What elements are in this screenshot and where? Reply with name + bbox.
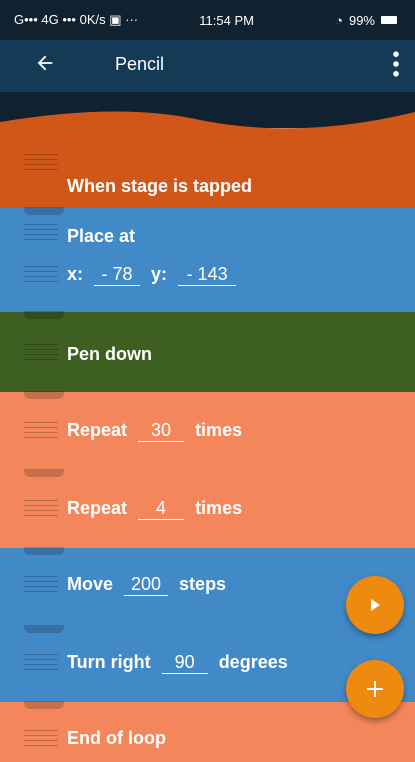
status-bar: G••• 4G ••• 0K/s ▣ ··· 11:54 PM ◔ 99% [0,0,415,40]
status-left: G••• 4G ••• 0K/s ▣ ··· [14,12,139,27]
x-label: x: [67,264,84,284]
pen-down-label: Pen down [67,344,152,364]
repeat-count-field[interactable]: 4 [138,498,185,520]
y-value-field[interactable]: - 143 [178,264,237,286]
battery-icon [381,16,397,24]
place-at-coords: x: - 78 y: - 143 [67,264,242,286]
end-of-loop-block[interactable]: End of loop [0,701,415,762]
status-right: ◔ 99% [335,13,397,28]
turn-label: Turn right [67,652,151,672]
steps-field[interactable]: 200 [124,574,169,596]
back-arrow-icon[interactable] [34,52,56,74]
repeat-label: Repeat [67,498,128,518]
drag-handle[interactable] [24,500,58,518]
place-at-block[interactable]: Place at x: - 78 y: - 143 [0,207,415,312]
repeat-30-block[interactable]: Repeat 30 times [0,391,415,470]
repeat-30-line: Repeat 30 times [67,420,242,442]
times-label: times [195,420,243,440]
when-stage-tapped-block[interactable]: When stage is tapped [0,92,415,208]
turn-line: Turn right 90 degrees [67,652,288,674]
place-at-label: Place at [67,226,136,246]
drag-handle[interactable] [24,224,58,242]
degrees-field[interactable]: 90 [161,652,208,674]
degrees-label: degrees [218,652,288,672]
drag-handle[interactable] [24,344,58,362]
move-label: Move [67,574,114,594]
block-notch [24,311,64,319]
move-line: Move 200 steps [67,574,226,596]
repeat-count-field[interactable]: 30 [138,420,185,442]
block-notch [24,701,64,709]
when-stage-tapped-label: When stage is tapped [67,176,253,196]
drag-handle[interactable] [24,730,58,748]
add-button[interactable] [346,660,404,718]
status-time: 11:54 PM [199,12,254,28]
y-label: y: [151,264,168,284]
pen-down-block[interactable]: Pen down [0,311,415,392]
play-button[interactable] [346,576,404,634]
drag-handle[interactable] [24,654,58,672]
x-value-field[interactable]: - 78 [94,264,141,286]
block-notch [24,625,64,633]
drag-handle[interactable] [24,266,58,284]
block-notch [24,469,64,477]
repeat-4-line: Repeat 4 times [67,498,242,520]
times-label: times [195,498,243,518]
battery-percent: 99% [348,12,375,28]
drag-handle[interactable] [24,422,58,440]
block-notch [24,391,64,399]
block-notch [24,207,64,215]
wifi-icon: ◔ [335,12,343,28]
page-title: Pencil [115,54,165,74]
drag-handle[interactable] [24,576,58,594]
more-vertical-icon[interactable] [387,50,405,78]
steps-label: steps [179,574,227,594]
block-notch [24,547,64,555]
plus-icon [367,681,383,697]
repeat-4-block[interactable]: Repeat 4 times [0,469,415,548]
app-bar: Pencil [0,40,415,92]
end-of-loop-label: End of loop [67,728,166,748]
drag-handle[interactable] [24,154,58,172]
play-icon [371,599,380,611]
repeat-label: Repeat [67,420,128,440]
